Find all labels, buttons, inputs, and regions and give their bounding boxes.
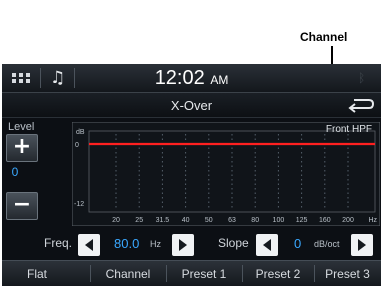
callout-label: Channel [300,30,348,44]
tab-preset-2[interactable]: Preset 2 [242,267,314,281]
head-unit-screen: ♫ 12:02 AM ᛒ X-Over Level + 0 − dB 0 -12… [2,64,381,286]
x-tick-label: 40 [182,217,190,224]
freq-label: Freq. [44,236,73,250]
clock: 12:02 AM [2,68,381,90]
freq-down-button[interactable] [78,234,100,256]
freq-value: 80.0 [114,236,140,251]
x-tick-label: 100 [273,217,285,224]
x-tick-label: 125 [296,217,308,224]
x-tick-label: 25 [135,217,143,224]
bottom-tab-bar: Flat Channel Preset 1 Preset 2 Preset 3 [2,260,381,286]
channel-label: Front HPF [326,124,372,135]
arrow-left-icon [263,239,271,251]
clock-time: 12:02 [154,67,205,89]
tab-preset-3[interactable]: Preset 3 [314,267,381,281]
arrow-right-icon [179,239,187,251]
status-bar: ♫ 12:02 AM ᛒ [2,64,381,93]
level-value: 0 [11,165,19,179]
tab-flat[interactable]: Flat [2,267,72,281]
crossover-graph: dB 0 -12 Front HPF 20 25 31.5 40 50 63 80 100 12… [72,122,380,226]
arrow-left-icon [85,239,93,251]
page-title: X-Over [170,98,213,113]
x-tick-label: 63 [228,217,236,224]
slope-down-button[interactable] [256,234,278,256]
slope-unit: dB/oct [314,239,340,249]
freq-unit: Hz [150,239,161,249]
slope-up-button[interactable] [351,234,373,256]
title-bar: X-Over [2,93,381,118]
level-plus-button[interactable]: + [6,134,38,162]
x-tick-label: 20 [112,217,120,224]
x-unit-label: Hz [368,217,377,224]
y-top-label: 0 [75,142,79,149]
back-arrow-icon [348,99,375,113]
x-tick-label: 50 [205,217,213,224]
y-bottom-label: -12 [74,201,84,208]
slope-label: Slope [218,236,249,250]
level-label: Level [8,121,35,133]
minus-icon: − [12,192,32,217]
back-button[interactable] [342,95,378,115]
x-tick-label: 80 [251,217,259,224]
y-unit-label: dB [76,129,85,136]
arrow-right-icon [358,239,366,251]
slope-value: 0 [294,236,302,251]
plus-icon: + [12,134,32,159]
level-minus-button[interactable]: − [6,192,38,220]
clock-ampm: AM [210,73,229,87]
x-tick-label: 200 [342,217,354,224]
tab-channel[interactable]: Channel [90,267,166,281]
tab-preset-1[interactable]: Preset 1 [166,267,242,281]
x-tick-label: 31.5 [156,217,170,224]
freq-up-button[interactable] [172,234,194,256]
x-tick-label: 160 [319,217,331,224]
bluetooth-icon: ᛒ [358,71,366,85]
